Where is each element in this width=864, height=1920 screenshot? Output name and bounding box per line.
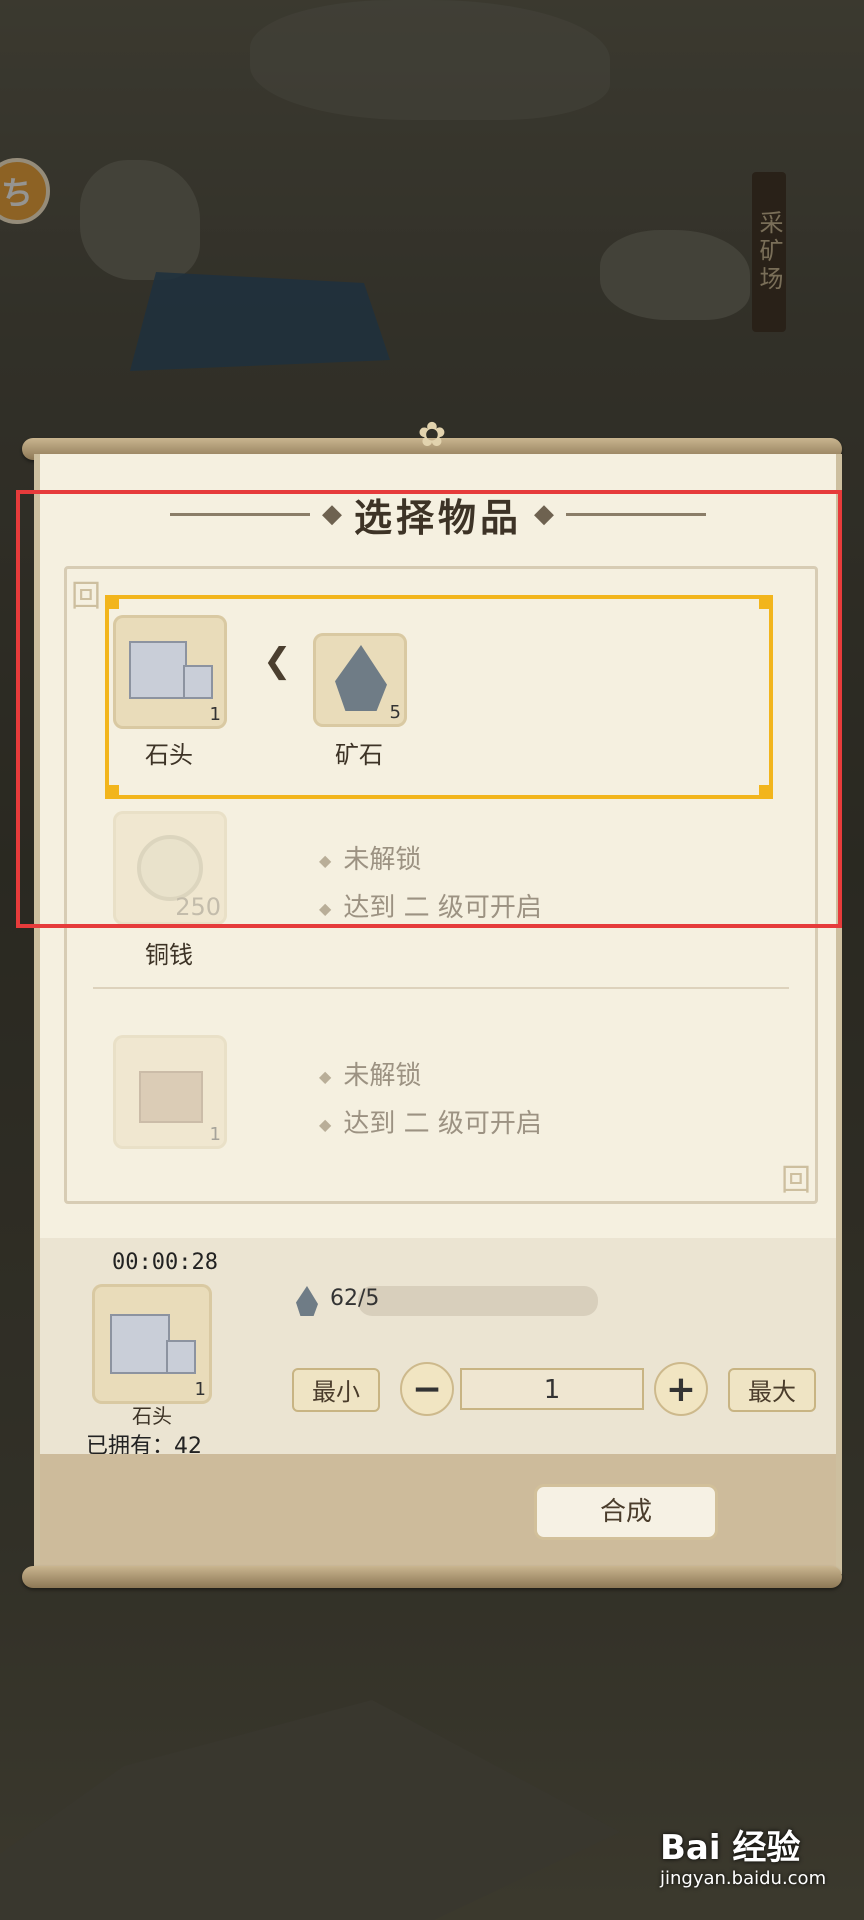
plus-button[interactable]: + [654,1362,708,1416]
item-quantity: 1 [194,1379,206,1400]
craft-panel: 00:00:28 1 石头 已拥有：42 62/5 最小 − 1 + 最大 [40,1238,836,1459]
unlock-hint: ◆ 达到 二 级可开启 [319,1109,542,1139]
minus-button[interactable]: − [400,1362,454,1416]
diamond-bullet-icon: ◆ [319,1067,332,1086]
craft-item-name: 石头 [132,1404,172,1428]
item-quantity: 1 [209,1124,221,1145]
stone-cube-icon [166,1340,196,1374]
requirement-count: 62/5 [330,1286,380,1311]
watermark-logo: Bai 经验 [660,1828,801,1868]
stone-cube-icon [110,1314,170,1374]
brick-icon [139,1071,203,1123]
output-item-name: 铜钱 [145,941,193,969]
requirement-bar [358,1286,598,1316]
knot-icon: ✿ [417,415,447,455]
craft-timer: 00:00:28 [112,1250,218,1275]
row-divider [93,987,789,989]
output-item-slot: 1 [113,1035,227,1149]
craft-button[interactable]: 合成 [534,1484,718,1540]
max-button[interactable]: 最大 [728,1368,816,1412]
amount-input[interactable]: 1 [460,1368,644,1410]
diamond-bullet-icon: ◆ [319,1115,332,1134]
locked-label: ◆ 未解锁 [319,1061,422,1091]
min-button[interactable]: 最小 [292,1368,380,1412]
watermark-url: jingyan.baidu.com [660,1868,827,1889]
recipe-row[interactable]: 1 ◆ 未解锁 ◆ 达到 二 级可开启 [67,1005,815,1185]
dialog-footer: 合成 [40,1454,836,1574]
scroll-bottom-rod [22,1566,842,1588]
ore-icon [296,1286,318,1316]
craft-item-slot: 1 [92,1284,212,1404]
annotation-highlight-box [16,490,842,928]
